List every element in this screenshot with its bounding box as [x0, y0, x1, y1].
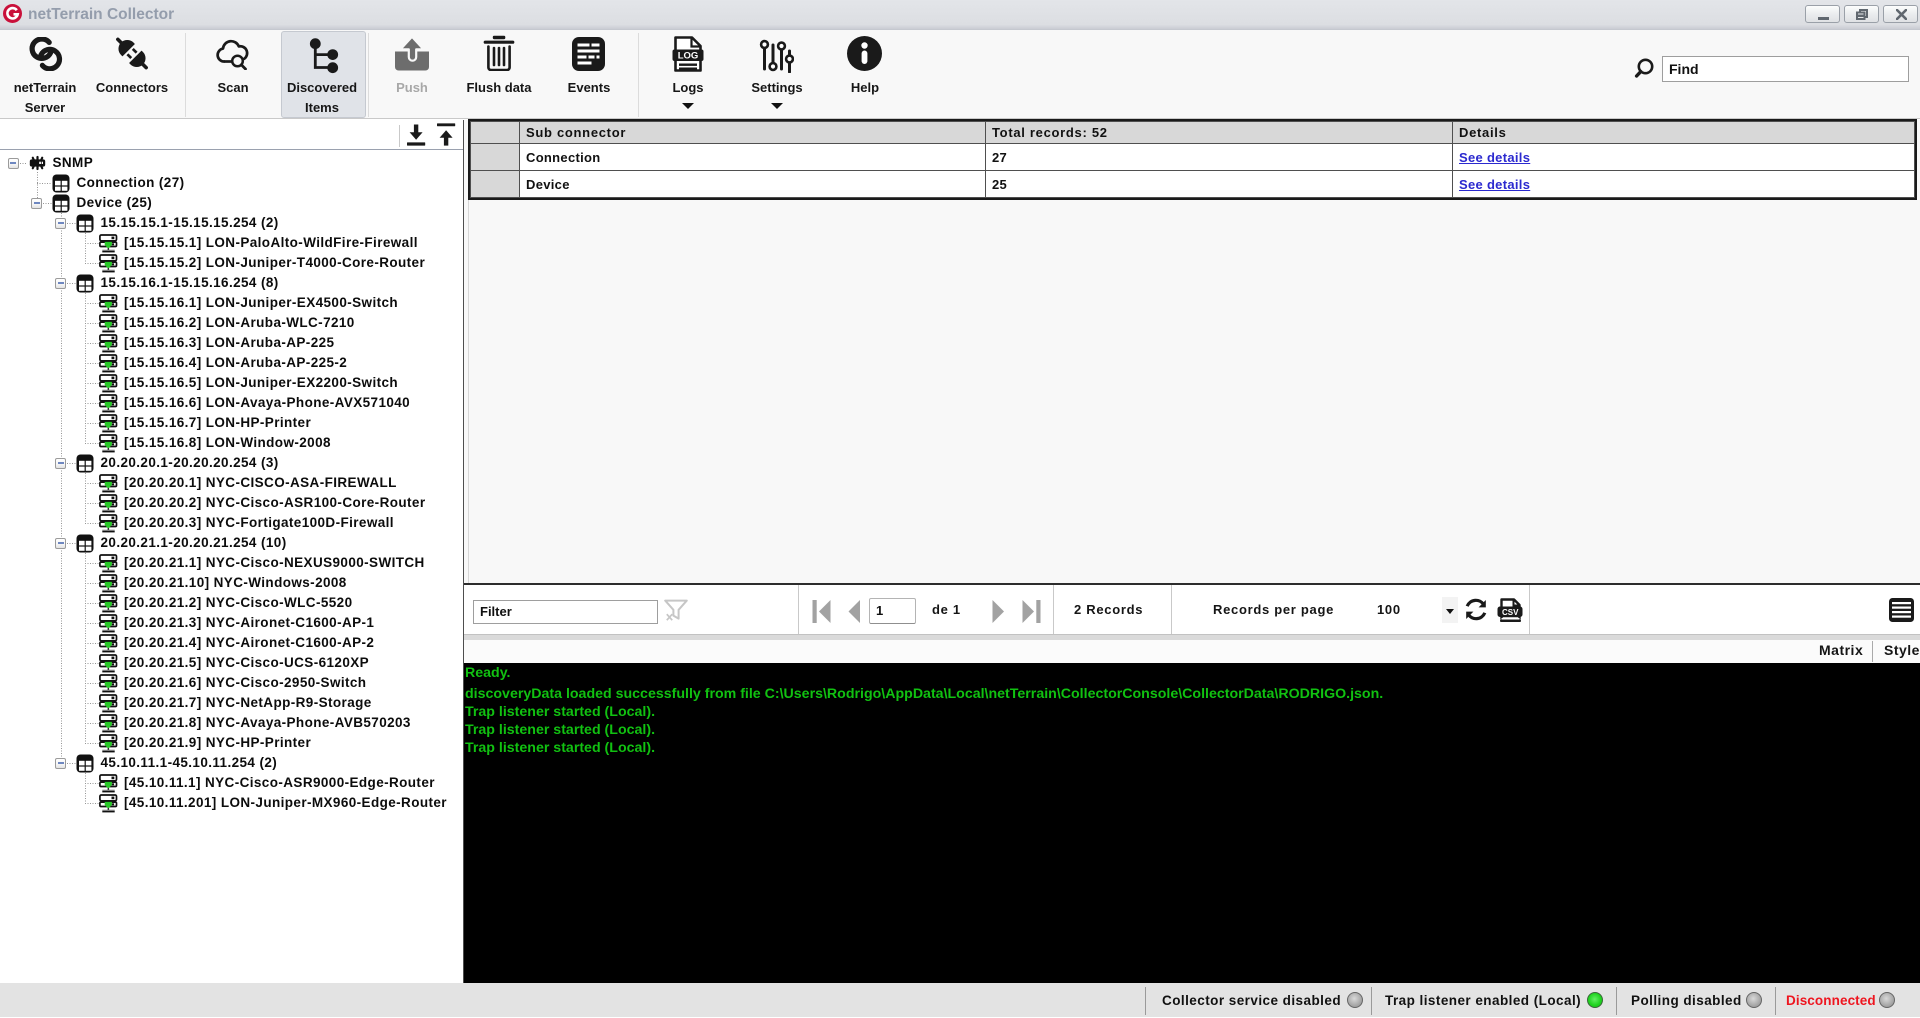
svg-text:LOG: LOG [678, 51, 699, 62]
svg-text:CSV: CSV [1502, 608, 1519, 617]
